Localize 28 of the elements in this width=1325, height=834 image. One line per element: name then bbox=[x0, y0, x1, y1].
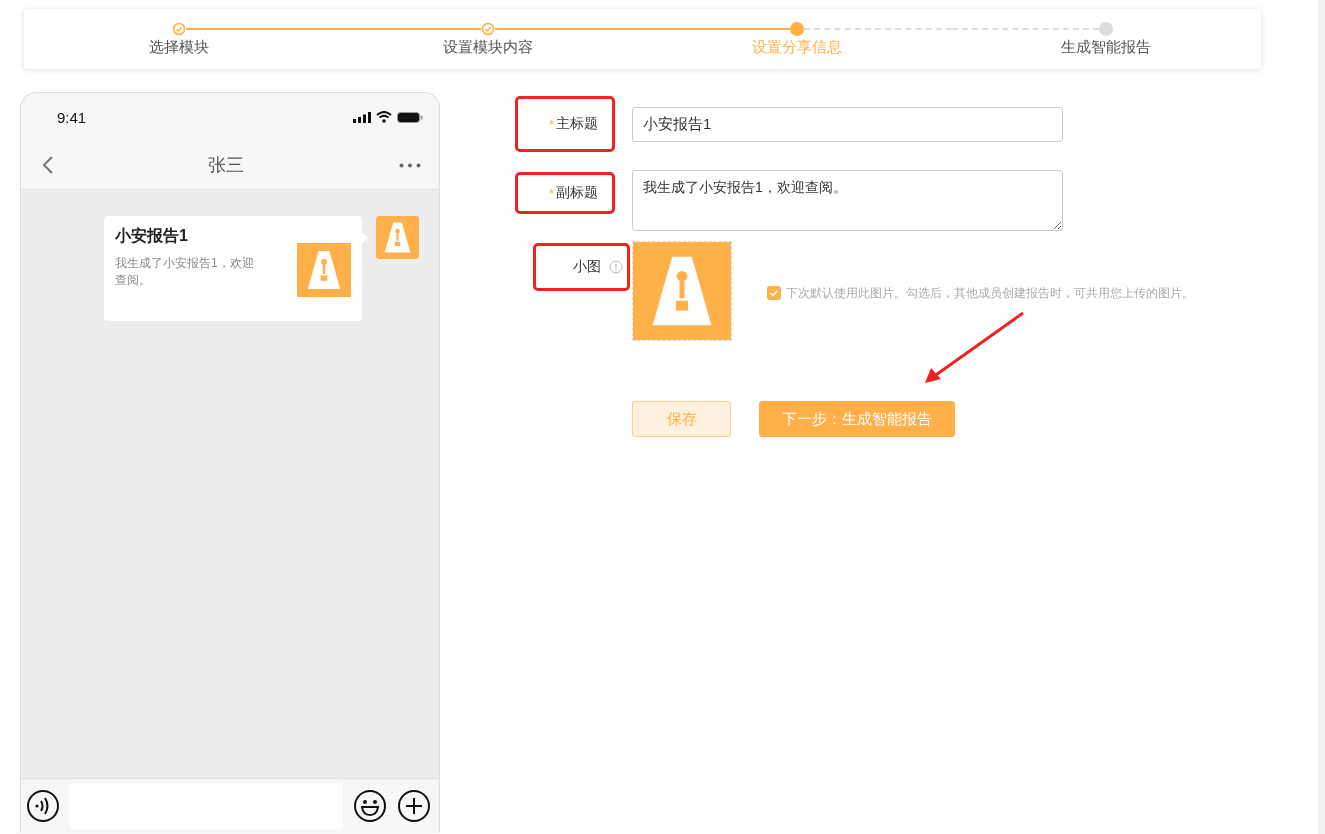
battery-icon bbox=[397, 111, 423, 123]
step-label[interactable]: 选择模块 bbox=[148, 38, 209, 57]
back-icon[interactable] bbox=[43, 156, 53, 174]
field-label: 小图 bbox=[573, 258, 601, 276]
voice-icon[interactable] bbox=[26, 789, 60, 823]
step-label[interactable]: 生成智能报告 bbox=[1061, 38, 1152, 57]
signal-icon bbox=[353, 111, 371, 123]
add-icon[interactable] bbox=[397, 789, 431, 823]
title-input[interactable]: 小安报告1 bbox=[632, 106, 1063, 142]
required-mark: * bbox=[548, 185, 554, 201]
wifi-icon bbox=[376, 111, 392, 123]
step-label[interactable]: 设置模块内容 bbox=[442, 38, 533, 57]
required-mark: * bbox=[548, 116, 554, 132]
avatar-image bbox=[376, 216, 419, 259]
field-label: 副标题 bbox=[556, 184, 598, 202]
more-icon[interactable] bbox=[399, 162, 421, 168]
checkbox[interactable] bbox=[767, 286, 781, 300]
message-title: 小安报告1 bbox=[115, 226, 189, 246]
thumbnail-image bbox=[297, 243, 351, 297]
status-time: 9:41 bbox=[57, 108, 87, 126]
message-card[interactable]: 小安报告1 我生成了小安报告1，欢迎查阅。 bbox=[104, 216, 362, 321]
chat-title: 张三 bbox=[208, 154, 244, 177]
checkbox-label: 下次默认使用此图片。勾选后，其他成员创建报告时，可共用您上传的图片。 bbox=[786, 284, 1194, 302]
field-label: 主标题 bbox=[556, 115, 598, 133]
emoji-icon[interactable] bbox=[353, 789, 387, 823]
info-icon bbox=[609, 260, 623, 274]
message-text: 我生成了小安报告1，欢迎查阅。 bbox=[115, 255, 255, 289]
subtitle-textarea[interactable]: 我生成了小安报告1，欢迎查阅。 bbox=[632, 170, 1063, 231]
